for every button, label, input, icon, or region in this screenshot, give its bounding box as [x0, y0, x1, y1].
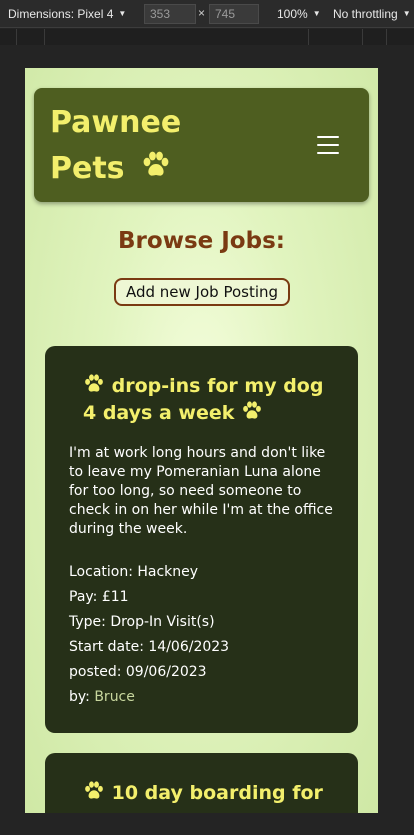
ruler-segment[interactable] [44, 29, 104, 45]
job-start-date: Start date: 14/06/2023 [69, 639, 230, 655]
job-author-link[interactable]: Bruce [94, 689, 135, 705]
job-author-label: by: [69, 689, 90, 705]
job-title-text: drop-ins for my dog 4 days a week [83, 375, 324, 424]
paw-icon [83, 374, 105, 401]
job-pay: Pay: £11 [69, 589, 129, 605]
width-input[interactable]: 353 [144, 4, 196, 24]
add-job-posting-button[interactable]: Add new Job Posting [114, 278, 290, 306]
paw-icon [241, 401, 263, 428]
site-header: Pawnee Pets [34, 88, 369, 202]
job-title[interactable]: 10 day boarding for [83, 781, 328, 808]
caret-down-icon: ▼ [312, 9, 321, 18]
hamburger-menu-icon[interactable] [317, 136, 339, 154]
job-posted-date: posted: 09/06/2023 [69, 664, 207, 680]
job-meta: Location: Hackney Pay: £11 Type: Drop-In… [69, 560, 229, 710]
job-title[interactable]: drop-ins for my dog 4 days a week [83, 374, 328, 428]
device-dropdown[interactable]: Dimensions: Pixel 4 ▼ [8, 7, 126, 21]
job-card[interactable]: drop-ins for my dog 4 days a week I'm at… [45, 346, 358, 733]
throttling-label: No throttling [333, 6, 398, 21]
media-query-ruler[interactable] [0, 29, 414, 45]
ruler-segment[interactable] [386, 29, 414, 45]
page-title: Browse Jobs: [118, 228, 285, 254]
job-title-text: 10 day boarding for [111, 782, 323, 804]
dimension-separator: × [198, 6, 206, 20]
site-logo[interactable]: Pawnee Pets [50, 100, 181, 193]
job-author-row: by: Bruce [69, 685, 229, 710]
ruler-segment[interactable] [16, 29, 44, 45]
brand-line-1: Pawnee [50, 105, 182, 140]
caret-down-icon: ▼ [402, 9, 411, 18]
caret-down-icon: ▼ [118, 9, 127, 18]
zoom-dropdown[interactable]: 100% ▼ [277, 7, 321, 21]
height-input[interactable]: 745 [209, 4, 259, 24]
job-description: I'm at work long hours and don't like to… [69, 445, 333, 537]
job-card[interactable]: 10 day boarding for [45, 753, 358, 813]
job-type: Type: Drop-In Visit(s) [69, 614, 215, 630]
throttling-dropdown[interactable]: No throttling ▼ [333, 7, 411, 21]
ruler-segment[interactable] [362, 29, 386, 45]
device-label: Dimensions: Pixel 4 [8, 6, 114, 21]
ruler-segment[interactable] [308, 29, 362, 45]
devtools-toolbar: Dimensions: Pixel 4 ▼ 353 × 745 100% ▼ N… [0, 0, 414, 28]
paw-icon [83, 781, 105, 808]
job-location: Location: Hackney [69, 564, 199, 580]
brand-line-2: Pets [50, 151, 125, 186]
paw-icon [141, 147, 171, 193]
device-viewport: Pawnee Pets Browse Jobs: Add new Job Pos… [25, 68, 378, 813]
zoom-label: 100% [277, 6, 308, 21]
